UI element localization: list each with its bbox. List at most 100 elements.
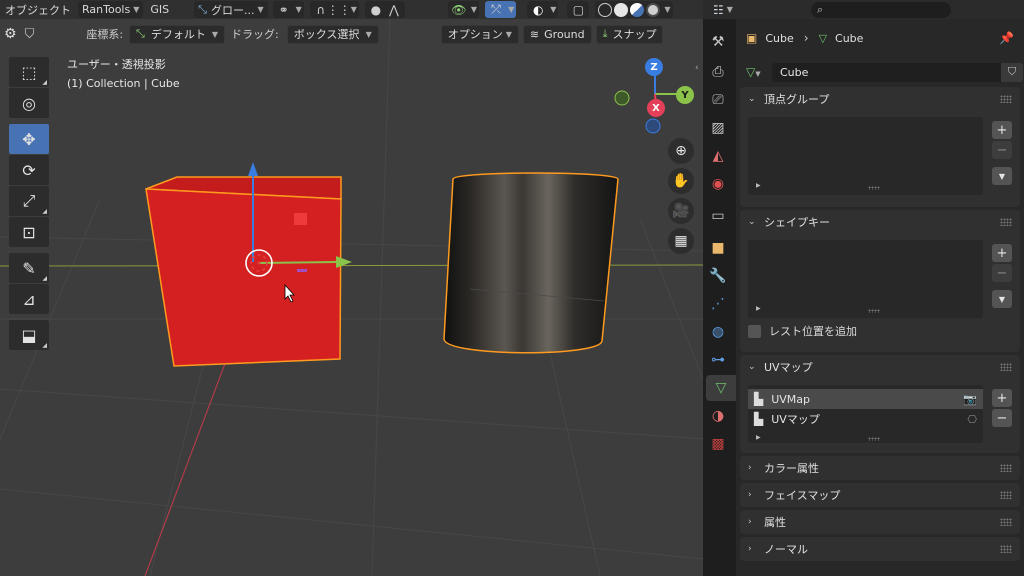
tab-material[interactable]: ◑	[703, 403, 733, 429]
overlay-dropdown[interactable]: ◐ ▼	[527, 1, 559, 18]
panel-grip-icon[interactable]	[1000, 95, 1012, 103]
color-attributes-header[interactable]: › カラー属性	[740, 456, 1020, 480]
ortho-toggle-button[interactable]: ▦	[668, 228, 694, 254]
transform-orientation-dropdown[interactable]: ⤡ グロー... ▼	[194, 1, 268, 18]
normals-panel[interactable]: › ノーマル	[740, 537, 1020, 561]
add-cube-tool[interactable]: ⬓ ◢	[9, 320, 49, 350]
tab-view-layer[interactable]: ▨	[703, 115, 733, 141]
move-tool[interactable]: ✥	[9, 124, 49, 154]
add-vertex-group-button[interactable]: +	[992, 121, 1012, 139]
coord-system-dropdown[interactable]: ⤡ デフォルト ▼	[129, 24, 226, 44]
panel-grip-icon[interactable]	[1000, 218, 1012, 226]
visibility-dropdown[interactable]: 👁 ▼	[447, 1, 480, 18]
proportional-edit-icon[interactable]: ●	[367, 1, 385, 18]
vertex-group-specials-button[interactable]: ▼	[992, 167, 1012, 185]
mesh-browse-icon[interactable]: ▽▼	[746, 65, 772, 79]
mesh-name-field[interactable]: Cube	[772, 62, 1001, 82]
rest-position-checkbox[interactable]	[748, 324, 761, 338]
snap-increment-icon[interactable]: ⋮⋮	[327, 1, 351, 18]
editor-type-dropdown[interactable]: ☷ ▼	[703, 3, 743, 17]
remove-vertex-group-button[interactable]: −	[992, 141, 1012, 159]
mode-selector[interactable]: オブジェクト	[0, 1, 76, 18]
panel-grip-icon[interactable]	[1000, 464, 1012, 472]
vertex-groups-list[interactable]: ▶	[748, 117, 983, 195]
uv-map-item[interactable]: ▙ UVマップ ⎔	[748, 409, 983, 429]
panel-grip-icon[interactable]	[1000, 518, 1012, 526]
list-expand-icon[interactable]: ▶	[756, 305, 761, 312]
transform-tool[interactable]: ⊡	[9, 217, 49, 247]
xray-toggle[interactable]: ▢	[567, 1, 590, 18]
list-resize-handle[interactable]	[868, 437, 880, 441]
tab-output[interactable]: ⎚	[703, 87, 733, 113]
list-expand-icon[interactable]: ▶	[756, 434, 761, 441]
uv-maps-list[interactable]: ▙ UVMap 📷 ▙ UVマップ ⎔ ▶	[748, 385, 983, 443]
render-camera-icon[interactable]: ⎔	[967, 413, 977, 426]
uv-map-item[interactable]: ▙ UVMap 📷	[748, 389, 983, 409]
list-resize-handle[interactable]	[868, 309, 880, 313]
fake-user-button[interactable]: ⛉	[1001, 62, 1023, 82]
gizmo-y-axis[interactable]: Y	[676, 86, 694, 104]
uv-maps-header[interactable]: ⌄ UVマップ	[740, 355, 1020, 379]
wireframe-shading-icon[interactable]	[598, 2, 613, 17]
shading-group[interactable]: ▼	[595, 1, 673, 18]
tab-collection[interactable]: ▭	[703, 203, 733, 229]
rotate-tool[interactable]: ⟳	[9, 155, 49, 185]
solid-shading-icon[interactable]	[614, 2, 629, 17]
color-attributes-panel[interactable]: › カラー属性	[740, 456, 1020, 480]
normals-header[interactable]: › ノーマル	[740, 537, 1020, 561]
shape-keys-header[interactable]: ⌄ シェイプキー	[740, 210, 1020, 234]
pin-icon[interactable]: 📌	[999, 31, 1014, 45]
gizmo-z-axis[interactable]: Z	[645, 58, 663, 76]
snap-button[interactable]: ⤓ スナップ	[595, 24, 664, 44]
tab-mesh-data[interactable]: ▽	[706, 375, 736, 401]
panel-grip-icon[interactable]	[1000, 491, 1012, 499]
zoom-button[interactable]: ⊕	[668, 138, 694, 164]
filter-button[interactable]: ⛉	[21, 25, 39, 44]
add-uv-map-button[interactable]: +	[992, 389, 1012, 407]
pan-button[interactable]: ✋	[668, 168, 694, 194]
tab-world[interactable]: ◉	[703, 171, 733, 197]
gizmo-dropdown[interactable]: ⤱ ▼	[485, 1, 517, 18]
face-maps-header[interactable]: › フェイスマップ	[740, 483, 1020, 507]
tab-scene[interactable]: ◭	[703, 143, 733, 169]
add-shape-key-button[interactable]: +	[992, 244, 1012, 262]
cursor-tool[interactable]: ◎	[9, 88, 49, 118]
collapse-arrow-icon[interactable]: ‹	[695, 63, 699, 73]
panel-grip-icon[interactable]	[1000, 545, 1012, 553]
tab-tool[interactable]: ⚒	[703, 29, 733, 55]
panel-grip-icon[interactable]	[1000, 363, 1012, 371]
tab-constraints[interactable]: ⊶	[703, 347, 733, 373]
gis-menu[interactable]: GIS	[145, 1, 174, 18]
rantools-menu[interactable]: RanTools ▼	[78, 1, 144, 18]
snap-group[interactable]: ∩ ⋮⋮ ▼	[309, 1, 359, 18]
options-dropdown[interactable]: オプション ▼	[440, 24, 519, 44]
pivot-dropdown[interactable]: ⚭ ▼	[272, 1, 304, 18]
remove-shape-key-button[interactable]: −	[992, 264, 1012, 282]
proportional-group[interactable]: ● ⋀	[364, 1, 405, 18]
list-resize-handle[interactable]	[868, 186, 880, 190]
gizmo-x-axis[interactable]: X	[647, 99, 665, 117]
tab-physics[interactable]: ◍	[703, 319, 733, 345]
settings-gear-button[interactable]: ⚙	[0, 25, 21, 44]
shape-keys-list[interactable]: ▶	[748, 240, 983, 318]
attributes-panel[interactable]: › 属性	[740, 510, 1020, 534]
properties-search-input[interactable]: ⌕	[811, 1, 951, 18]
face-maps-panel[interactable]: › フェイスマップ	[740, 483, 1020, 507]
select-box-tool[interactable]: ⬚ ◢	[9, 57, 49, 87]
viewport-scene[interactable]	[0, 19, 703, 576]
active-render-camera-icon[interactable]: 📷	[963, 393, 977, 406]
shape-key-specials-button[interactable]: ▼	[992, 290, 1012, 308]
3d-viewport[interactable]: Z Y X ⚙ ⛉ 座標系: ⤡ デフォルト ▼ ドラッグ: ボックス選択 ▼ …	[0, 19, 703, 576]
ground-button[interactable]: ≋ Ground	[522, 24, 592, 44]
annotate-tool[interactable]: ✎ ◢	[9, 253, 49, 283]
remove-uv-map-button[interactable]: −	[992, 409, 1012, 427]
add-rest-position-row[interactable]: レスト位置を追加	[740, 318, 1020, 344]
tab-modifier[interactable]: 🔧	[703, 263, 733, 289]
tab-texture[interactable]: ▩	[703, 431, 733, 457]
attributes-header[interactable]: › 属性	[740, 510, 1020, 534]
vertex-groups-header[interactable]: ⌄ 頂点グループ	[740, 87, 1020, 111]
tab-render[interactable]: ⎙	[703, 59, 733, 85]
tab-particles[interactable]: ⋰	[703, 291, 733, 317]
camera-view-button[interactable]: 🎥	[668, 198, 694, 224]
drag-mode-dropdown[interactable]: ボックス選択 ▼	[286, 24, 379, 44]
